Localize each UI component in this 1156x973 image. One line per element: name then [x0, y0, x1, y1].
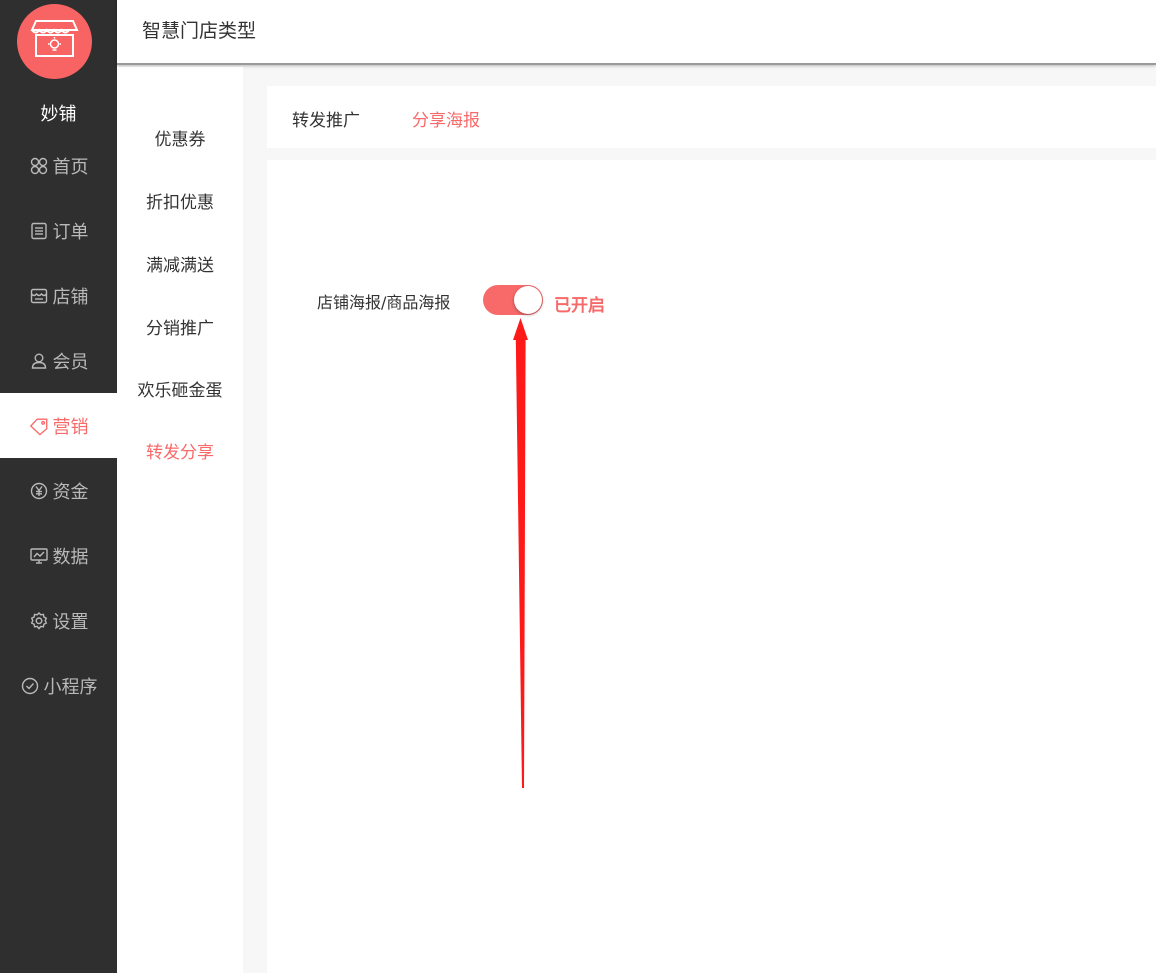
- sidebar-item-orders[interactable]: 订单: [0, 198, 117, 263]
- check-circle-icon: [20, 676, 40, 696]
- submenu-item-share[interactable]: 转发分享: [117, 438, 243, 463]
- poster-settings-panel: 店铺海报/商品海报 已开启: [267, 160, 1156, 973]
- yen-icon: [29, 481, 49, 501]
- annotation-arrow-icon: [513, 318, 528, 788]
- submenu-item-distribution[interactable]: 分销推广: [117, 314, 243, 339]
- sidebar-item-label: 订单: [52, 221, 89, 243]
- sidebar-item-members[interactable]: 会员: [0, 328, 117, 393]
- sidebar-item-funds[interactable]: 资金: [0, 458, 117, 523]
- toggle-status-text: 已开启: [554, 296, 605, 316]
- sidebar-item-mini-program[interactable]: 小程序: [0, 653, 117, 718]
- user-icon: [29, 351, 49, 371]
- main-sidebar: 妙铺 首页 订单 店铺 会员 营销 资金 数据 设置 小程序: [0, 0, 117, 973]
- sidebar-item-label: 小程序: [43, 676, 98, 698]
- sidebar-item-store[interactable]: 店铺: [0, 263, 117, 328]
- sidebar-item-label: 资金: [52, 481, 89, 503]
- sidebar-item-label: 首页: [52, 156, 89, 178]
- top-header: 智慧门店类型: [117, 0, 1156, 65]
- tab-forward-promotion[interactable]: 转发推广: [292, 106, 360, 131]
- sidebar-item-label: 数据: [52, 546, 89, 568]
- brand-logo: [17, 4, 92, 79]
- page-title: 智慧门店类型: [142, 20, 257, 42]
- sidebar-item-home[interactable]: 首页: [0, 133, 117, 198]
- submenu-item-golden-egg[interactable]: 欢乐砸金蛋: [117, 376, 243, 401]
- chart-monitor-icon: [29, 546, 49, 566]
- submenu-item-coupons[interactable]: 优惠券: [117, 125, 243, 150]
- sidebar-item-label: 会员: [52, 351, 89, 373]
- sidebar-item-settings[interactable]: 设置: [0, 588, 117, 653]
- grid-icon: [29, 156, 49, 176]
- tag-icon: [29, 416, 49, 436]
- sidebar-item-label: 营销: [52, 416, 89, 438]
- submenu-item-full-reduction[interactable]: 满减满送: [117, 251, 243, 276]
- submenu-item-discount[interactable]: 折扣优惠: [117, 188, 243, 213]
- sidebar-item-data[interactable]: 数据: [0, 523, 117, 588]
- store-logo-icon: [30, 20, 79, 57]
- brand-name: 妙铺: [40, 104, 77, 125]
- list-icon: [29, 221, 49, 241]
- sidebar-item-marketing[interactable]: 营销: [0, 393, 117, 458]
- share-tabs: 转发推广 分享海报: [267, 86, 1156, 148]
- gear-icon: [29, 611, 49, 631]
- poster-toggle-switch[interactable]: [483, 285, 543, 315]
- store-icon: [29, 286, 49, 306]
- sidebar-item-label: 设置: [52, 611, 89, 633]
- tab-share-poster[interactable]: 分享海报: [412, 106, 480, 131]
- marketing-submenu: 优惠券 折扣优惠 满减满送 分销推广 欢乐砸金蛋 转发分享: [117, 67, 243, 973]
- toggle-knob: [514, 286, 542, 314]
- sidebar-item-label: 店铺: [52, 286, 89, 308]
- poster-setting-label: 店铺海报/商品海报: [317, 293, 451, 312]
